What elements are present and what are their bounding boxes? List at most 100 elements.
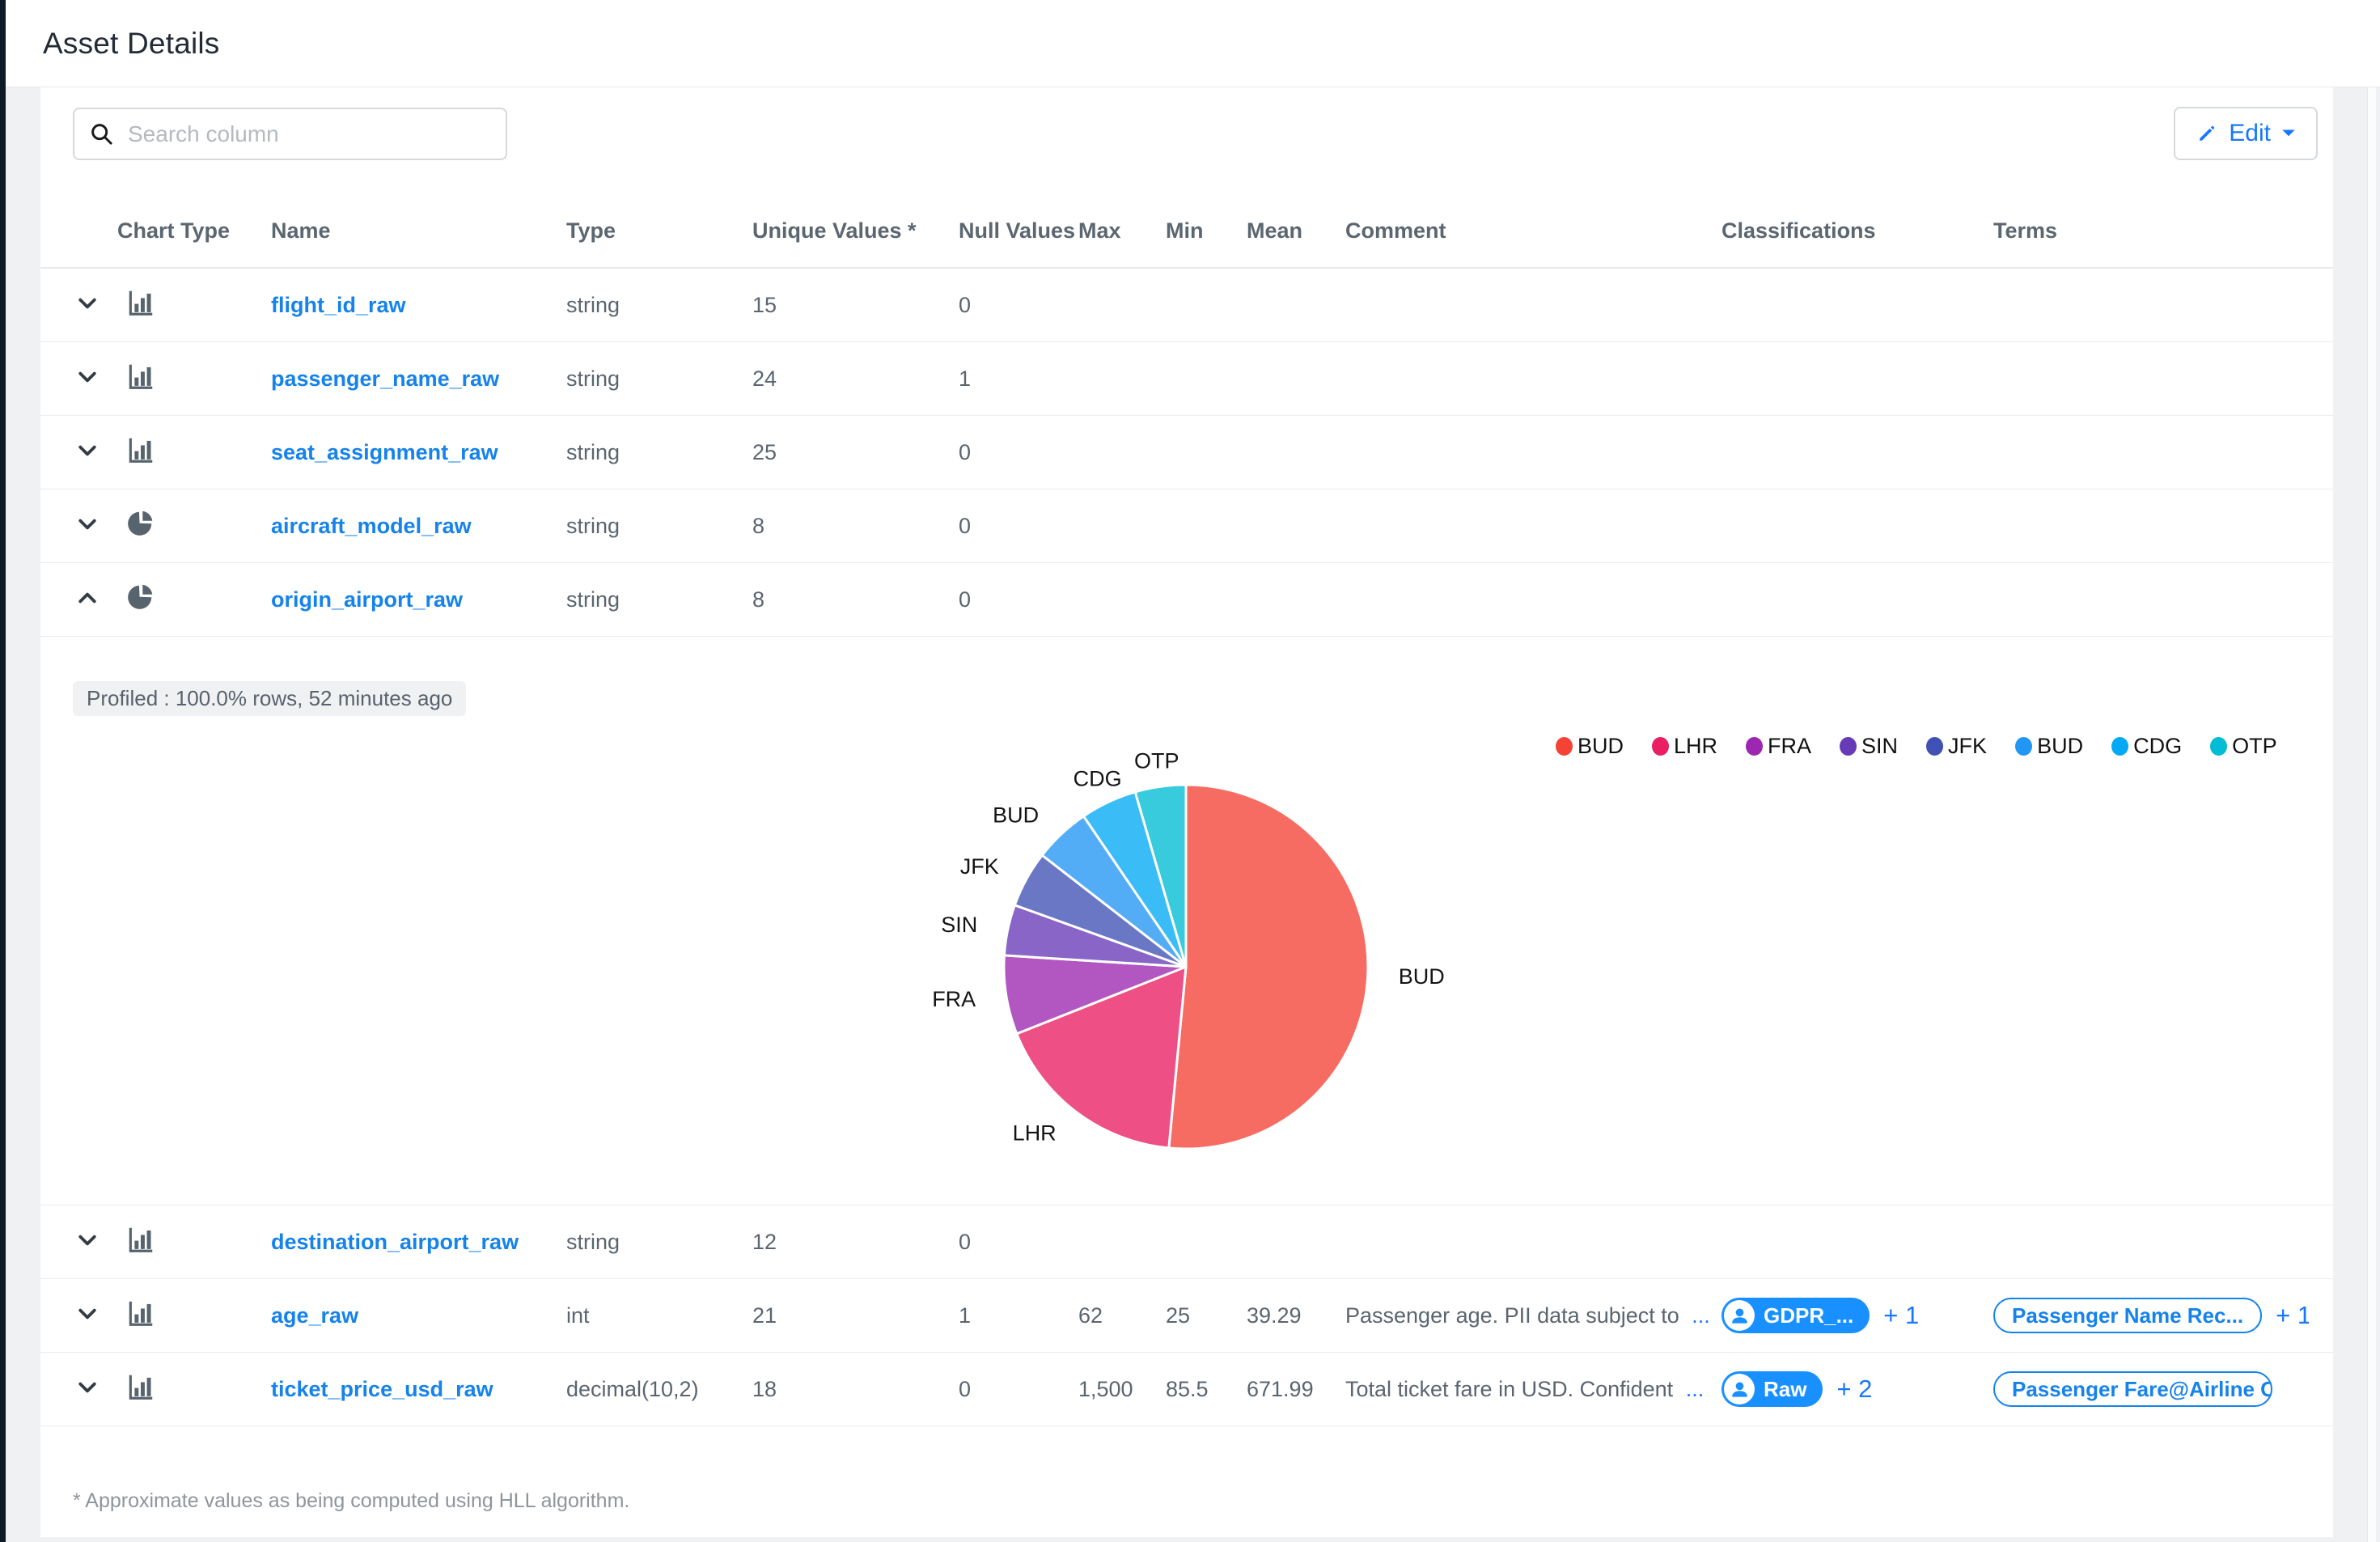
pie-slice-label: FRA [932, 987, 976, 1011]
search-box [73, 108, 507, 160]
legend-label: BUD [1577, 734, 1624, 759]
legend-dot-icon [1556, 737, 1573, 756]
terms-cell: Passenger Name Rec... + 1 [1993, 1298, 2309, 1333]
table-row: aircraft_model_rawstring80 [40, 489, 2333, 563]
null-values: 0 [959, 1377, 1078, 1402]
column-header-null-values: Null Values [959, 218, 1078, 244]
bar-chart-icon [125, 372, 156, 396]
column-name-link[interactable]: passenger_name_raw [271, 366, 499, 391]
legend-item-bud-0[interactable]: BUD [1556, 734, 1624, 759]
table-row: origin_airport_rawstring80 [40, 563, 2333, 637]
legend-item-fra-2[interactable]: FRA [1746, 734, 1811, 759]
mean-value: 671.99 [1247, 1377, 1345, 1402]
unique-values: 8 [752, 587, 959, 612]
column-name-link[interactable]: seat_assignment_raw [271, 440, 498, 464]
pencil-icon [2196, 122, 2218, 145]
pie-slice-label: JFK [960, 854, 999, 879]
legend-item-jfk-4[interactable]: JFK [1926, 734, 1987, 759]
column-name-link[interactable]: aircraft_model_raw [271, 514, 472, 538]
legend-label: BUD [2037, 734, 2083, 759]
pie-chart-icon [125, 592, 155, 616]
asset-details-card: Edit Chart TypeNameTypeUnique Values *Nu… [40, 87, 2333, 1537]
column-name-link[interactable]: origin_airport_raw [271, 587, 463, 612]
expand-row-button[interactable] [73, 510, 102, 539]
legend-label: LHR [1674, 734, 1717, 759]
legend-item-lhr-1[interactable]: LHR [1652, 734, 1717, 759]
legend-dot-icon [1840, 737, 1857, 756]
expand-row-button[interactable] [73, 1299, 102, 1328]
null-values: 0 [959, 440, 1078, 465]
unique-values: 8 [752, 514, 959, 539]
legend-item-sin-3[interactable]: SIN [1840, 734, 1898, 759]
min-value: 85.5 [1166, 1377, 1247, 1402]
legend-item-bud-5[interactable]: BUD [2015, 734, 2083, 759]
table-toolbar: Edit [40, 87, 2333, 194]
column-header-mean: Mean [1247, 218, 1345, 244]
bar-chart-icon [125, 1383, 156, 1407]
expand-row-button[interactable] [73, 1226, 102, 1255]
legend-dot-icon [2015, 737, 2032, 756]
null-values: 0 [959, 514, 1078, 539]
legend-item-cdg-6[interactable]: CDG [2111, 734, 2182, 759]
bar-chart-icon [125, 446, 156, 470]
pie-slice-bud-0[interactable] [1169, 785, 1368, 1149]
mean-value: 39.29 [1247, 1303, 1345, 1328]
max-value: 1,500 [1078, 1377, 1166, 1402]
terms-more-count[interactable]: + 1 [2276, 1301, 2309, 1329]
user-icon [1724, 1374, 1755, 1404]
classification-tag[interactable]: Raw [1721, 1371, 1823, 1407]
pie-slice-label: SIN [941, 913, 977, 937]
app-header: Asset Details [0, 0, 2380, 87]
bar-chart-icon [125, 1309, 156, 1333]
profile-panel: Profiled : 100.0% rows, 52 minutes ago B… [40, 637, 2333, 1205]
collapse-row-button[interactable] [73, 583, 102, 612]
comment-expand-link[interactable]: ... [1692, 1303, 1710, 1328]
column-header-max: Max [1078, 218, 1166, 244]
column-header-classifications: Classifications [1721, 218, 1993, 244]
column-name-link[interactable]: ticket_price_usd_raw [271, 1377, 493, 1401]
column-type: string [566, 366, 752, 392]
pie-slice-label: OTP [1134, 749, 1179, 773]
column-type: string [566, 587, 752, 612]
legend-dot-icon [1652, 737, 1669, 756]
comment-expand-link[interactable]: ... [1686, 1377, 1705, 1401]
edit-button[interactable]: Edit [2174, 107, 2318, 160]
table-row: age_rawint211622539.29Passenger age. PII… [40, 1279, 2333, 1353]
column-header-min: Min [1166, 218, 1247, 244]
unique-values: 12 [752, 1230, 959, 1255]
legend-label: FRA [1768, 734, 1811, 759]
null-values: 0 [959, 293, 1078, 318]
column-type: int [566, 1303, 752, 1328]
unique-values: 21 [752, 1303, 959, 1328]
bar-chart-icon [125, 299, 156, 323]
column-name-link[interactable]: destination_airport_raw [271, 1230, 519, 1254]
legend-dot-icon [2210, 737, 2227, 756]
term-tag[interactable]: Passenger Fare@Airline O... [1993, 1371, 2272, 1407]
hll-footnote: * Approximate values as being computed u… [40, 1426, 2333, 1513]
search-input[interactable] [73, 108, 507, 160]
column-header-terms: Terms [1993, 218, 2309, 244]
classifications-cell: Raw + 2 [1721, 1371, 1993, 1407]
term-tag[interactable]: Passenger Name Rec... [1993, 1298, 2262, 1333]
expand-row-button[interactable] [73, 436, 102, 465]
classification-tag[interactable]: GDPR_... [1721, 1298, 1870, 1333]
column-type: string [566, 1230, 752, 1255]
unique-values: 15 [752, 293, 959, 318]
table-row: passenger_name_rawstring241 [40, 342, 2333, 416]
min-value: 25 [1166, 1303, 1247, 1328]
page-title: Asset Details [43, 27, 220, 61]
classification-more-count[interactable]: + 2 [1836, 1375, 1872, 1403]
expand-row-button[interactable] [73, 362, 102, 392]
column-type: decimal(10,2) [566, 1377, 752, 1402]
column-name-link[interactable]: age_raw [271, 1303, 358, 1328]
table-header-row: Chart TypeNameTypeUnique Values *Null Va… [40, 194, 2333, 269]
expand-row-button[interactable] [73, 289, 102, 318]
table-rows-top: flight_id_rawstring150passenger_name_raw… [40, 269, 2333, 637]
expand-row-button[interactable] [73, 1373, 102, 1402]
legend-item-otp-7[interactable]: OTP [2210, 734, 2277, 759]
classification-more-count[interactable]: + 1 [1883, 1301, 1919, 1329]
vertical-scrollbar[interactable] [2367, 87, 2376, 1542]
column-name-link[interactable]: flight_id_raw [271, 293, 406, 317]
column-header-comment: Comment [1345, 218, 1721, 244]
origin-airport-pie-chart[interactable]: BUD LHR FRA SIN JFK BUD CDG OTP [40, 637, 2333, 1205]
